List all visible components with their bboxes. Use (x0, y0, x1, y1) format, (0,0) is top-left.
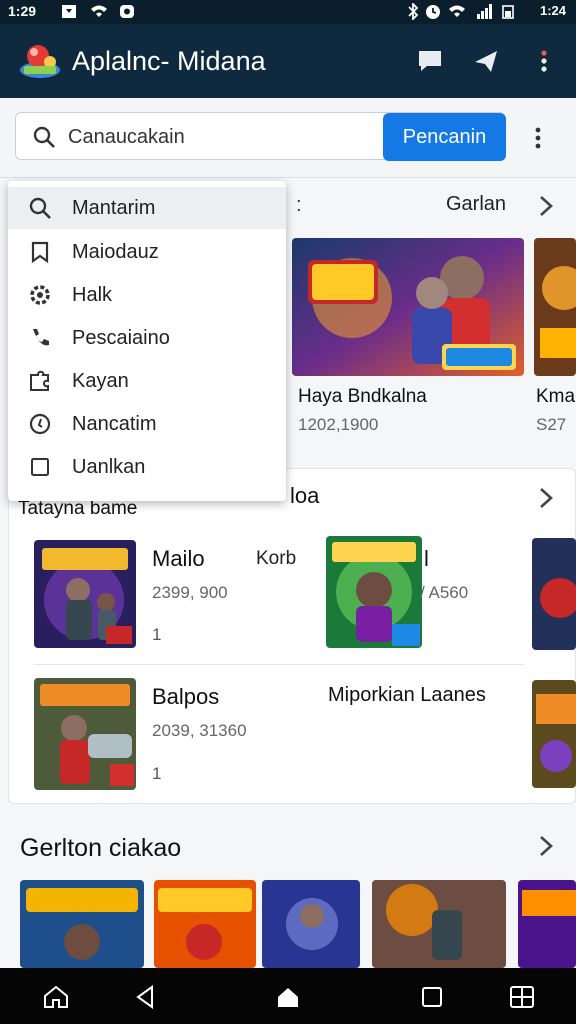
game-row-rank: 1 (152, 625, 162, 644)
game-art-image (34, 540, 136, 648)
row-divider (34, 664, 524, 665)
section2-title: Tatayna bame (18, 498, 138, 519)
game-art-image (292, 238, 524, 376)
wifi-signal-icon (449, 5, 465, 17)
game-row-mid-title-2[interactable]: Miporkian Laanes (328, 684, 486, 707)
phone-icon (33, 329, 49, 346)
featured-game-sub-2: S27 (536, 415, 567, 434)
section1-header: Garlan (446, 193, 507, 215)
back-icon[interactable] (132, 983, 160, 1011)
game-row-rank-2: 1 (152, 764, 162, 783)
search-input[interactable] (68, 124, 378, 150)
clock-icon (29, 413, 51, 435)
featured-game-art-2[interactable] (534, 238, 576, 376)
settings-gear-icon (30, 285, 50, 305)
menu-item-label: Pescaiaino (72, 327, 170, 349)
recents-icon[interactable] (418, 983, 446, 1011)
app-screen: 1:29 1:24 Aplalnc- Midana Pencanin (0, 0, 576, 1024)
split-screen-icon[interactable] (508, 983, 536, 1011)
notification-icon (120, 5, 134, 18)
search-icon (29, 197, 51, 219)
send-icon[interactable] (472, 47, 500, 75)
app-bar: Aplalnc- Midana (0, 24, 576, 98)
game-art-image (518, 880, 576, 968)
game-art-image (262, 880, 360, 968)
menu-item-3[interactable]: Pescaiaino (8, 317, 286, 359)
game-row-sub: 2399, 900 (152, 583, 228, 602)
app-title: Aplalnc- Midana (72, 46, 266, 76)
section-divider-dots: : (296, 194, 302, 216)
game-row-sub-2: / A560 (420, 583, 469, 602)
featured-game-title[interactable]: Haya Bndkalna (298, 386, 427, 408)
battery-icon (502, 5, 514, 19)
game-thumbnail-3[interactable] (532, 538, 576, 650)
section2-extra: loa (290, 483, 320, 508)
menu-item-4[interactable]: Kayan (8, 360, 286, 402)
search-box[interactable]: Pencanin (15, 112, 506, 161)
game-art-image (532, 538, 576, 650)
puzzle-icon (30, 370, 49, 391)
home-outline-icon[interactable] (42, 983, 70, 1011)
overflow-menu-icon[interactable] (530, 47, 558, 75)
game-thumbnail[interactable] (34, 540, 136, 648)
menu-item-label: Halk (72, 284, 113, 306)
game-row-title-3[interactable]: Balpos (152, 684, 219, 710)
menu-item-label: Nancatim (72, 413, 157, 435)
status-clock-right: 1:24 (539, 3, 566, 18)
search-row: Pencanin (0, 98, 576, 178)
section3-title: Gerlton ciakao (20, 834, 182, 862)
app-logo-icon (20, 45, 60, 78)
more-options-icon[interactable] (526, 124, 550, 152)
chevron-right-icon[interactable] (536, 194, 556, 218)
game-thumbnail-2[interactable] (326, 536, 422, 648)
menu-item-6[interactable]: Uanlkan (8, 446, 286, 488)
featured-game-sub: 1202,1900 (298, 415, 379, 434)
wifi-icon (91, 5, 107, 17)
chevron-right-icon[interactable] (536, 834, 556, 858)
bluetooth-icon (408, 3, 419, 20)
download-icon (62, 5, 76, 18)
game-tile-4[interactable] (372, 880, 506, 968)
search-icon (33, 126, 55, 148)
game-row-title-2[interactable]: l (424, 546, 429, 572)
menu-item-label: Uanlkan (72, 456, 146, 478)
menu-item-label: Maiodauz (72, 241, 159, 263)
game-row-mid-title[interactable]: Korb (256, 548, 296, 570)
status-bar: 1:29 1:24 (0, 0, 576, 24)
home-icon[interactable] (274, 983, 302, 1011)
featured-game-title-2[interactable]: Kma (536, 386, 575, 408)
dropdown-menu: Mantarim Maiodauz Halk Pescaiaino Kayan … (8, 181, 286, 501)
system-nav-bar (0, 968, 576, 1024)
game-art-image (326, 536, 422, 648)
menu-item-0[interactable]: Mantarim (8, 187, 286, 229)
status-time: 1:29 (8, 3, 37, 19)
featured-game-art[interactable] (292, 238, 524, 376)
bookmark-icon (31, 241, 49, 264)
menu-item-5[interactable]: Nancatim (8, 403, 286, 445)
game-art-image (532, 680, 576, 788)
menu-item-label: Mantarim (72, 197, 156, 219)
menu-item-2[interactable]: Halk (8, 274, 286, 316)
alarm-icon (426, 5, 440, 19)
game-tile-2[interactable] (154, 880, 256, 968)
menu-item-1[interactable]: Maiodauz (8, 231, 286, 273)
search-button[interactable]: Pencanin (383, 113, 506, 161)
game-tile-5[interactable] (518, 880, 576, 968)
game-thumbnail-5[interactable] (532, 680, 576, 788)
game-tile-3[interactable] (262, 880, 360, 968)
game-art-image (534, 238, 576, 376)
checkbox-icon (31, 458, 49, 476)
game-art-image (20, 880, 144, 968)
game-row-sub-3: 2039, 31360 (152, 721, 247, 740)
game-tile-1[interactable] (20, 880, 144, 968)
game-art-image (154, 880, 256, 968)
game-art-image (372, 880, 506, 968)
game-thumbnail-4[interactable] (34, 678, 136, 790)
game-art-image (34, 678, 136, 790)
menu-item-label: Kayan (72, 370, 129, 392)
cell-signal-icon (477, 4, 492, 19)
chat-icon[interactable] (416, 47, 444, 75)
chevron-right-icon[interactable] (536, 486, 556, 510)
game-row-title[interactable]: Mailo (152, 546, 205, 572)
